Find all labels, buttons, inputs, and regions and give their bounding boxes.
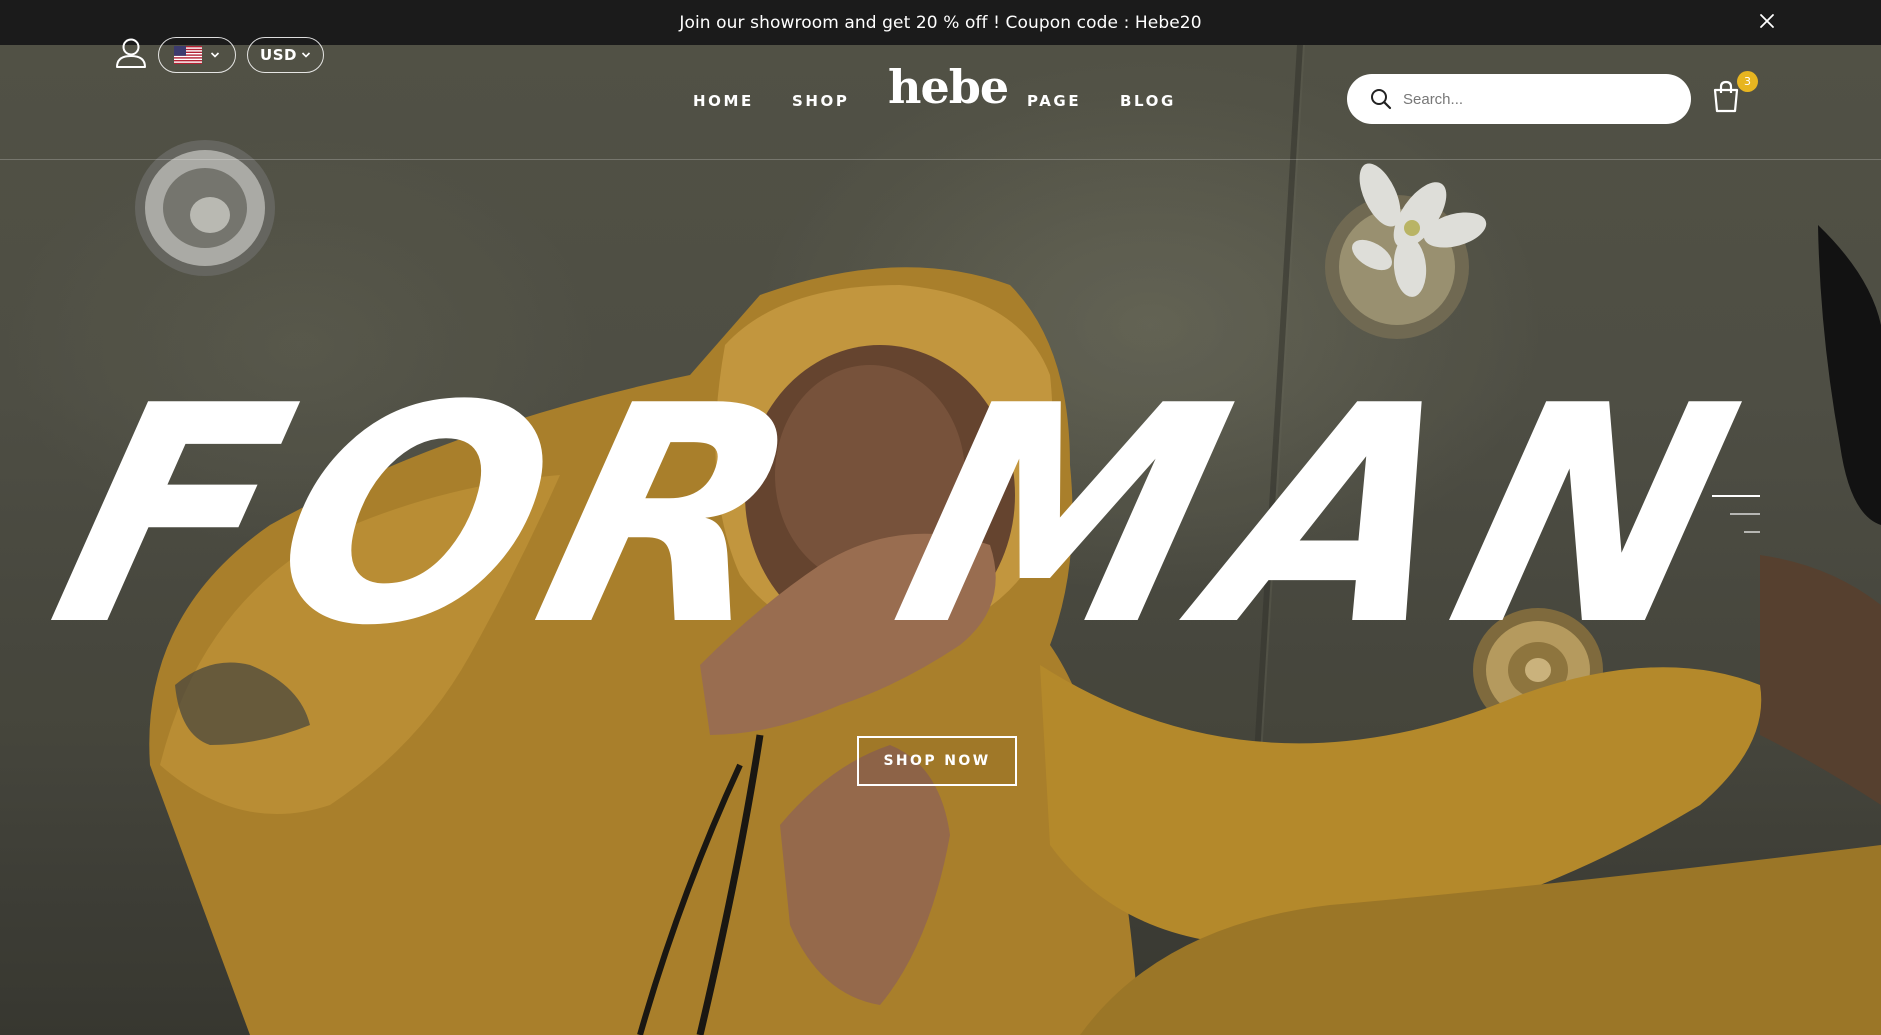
currency-selector[interactable]: USD — [247, 37, 324, 73]
nav-shop[interactable]: SHOP — [792, 92, 850, 110]
shopping-bag-icon[interactable] — [1712, 80, 1740, 114]
search-input[interactable] — [1403, 74, 1673, 124]
cart-count-badge: 3 — [1737, 71, 1758, 92]
search-bar — [1347, 74, 1691, 124]
slide-dot-2[interactable] — [1730, 513, 1760, 515]
chevron-down-icon — [210, 52, 220, 58]
announcement-text: Join our showroom and get 20 % off ! Cou… — [679, 12, 1202, 33]
slide-dot-3[interactable] — [1744, 531, 1760, 533]
nav-blog[interactable]: BLOG — [1120, 92, 1176, 110]
hero-headline: FOR MAN — [27, 320, 1775, 691]
chevron-down-icon — [301, 52, 311, 58]
us-flag-icon — [174, 46, 202, 64]
currency-label: USD — [260, 46, 297, 64]
slide-indicator — [1704, 490, 1760, 550]
close-icon[interactable] — [1757, 11, 1777, 31]
nav-home[interactable]: HOME — [693, 92, 754, 110]
user-icon[interactable] — [114, 36, 148, 70]
language-selector[interactable] — [158, 37, 236, 73]
search-icon[interactable] — [1370, 88, 1392, 110]
nav-page[interactable]: PAGE — [1027, 92, 1081, 110]
site-logo[interactable]: hebe — [888, 64, 1009, 110]
slide-dot-1[interactable] — [1712, 495, 1760, 497]
shop-now-button[interactable]: SHOP NOW — [857, 736, 1017, 786]
hero-headline-text: FOR MAN — [27, 341, 1775, 691]
